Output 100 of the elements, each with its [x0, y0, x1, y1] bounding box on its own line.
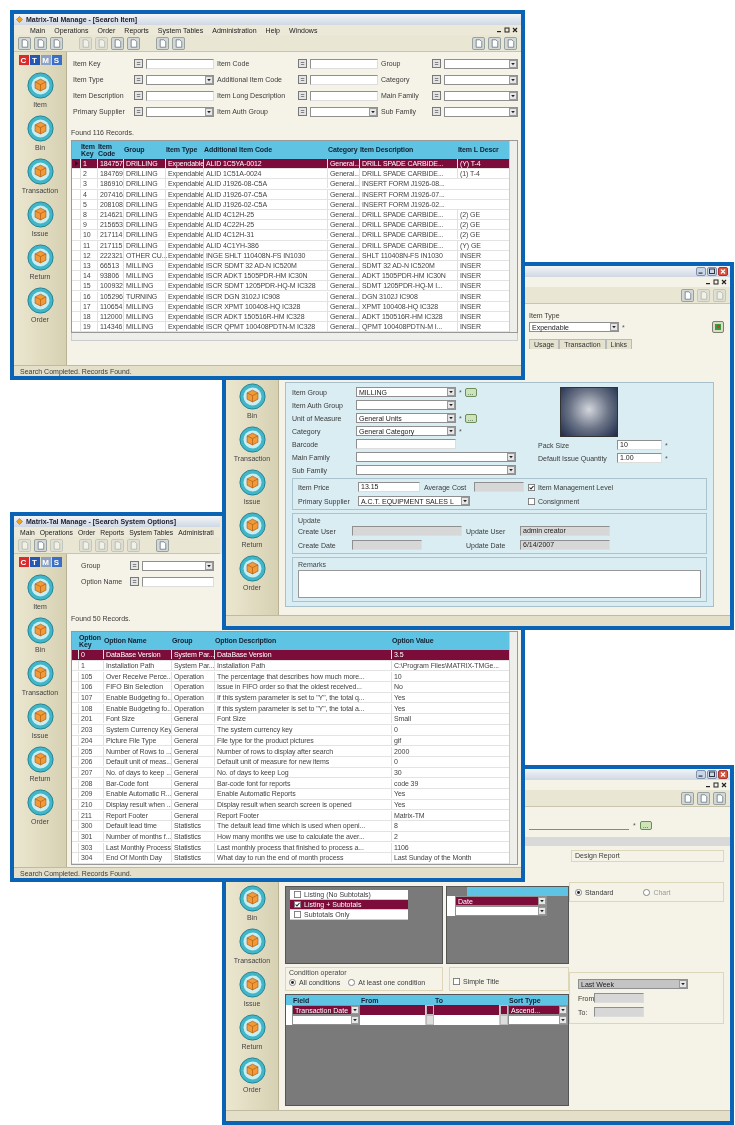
cube-icon[interactable] — [238, 1014, 266, 1041]
cube-icon[interactable] — [26, 115, 54, 142]
document-icon[interactable] — [18, 36, 31, 50]
document-icon[interactable] — [172, 36, 185, 50]
radio-button[interactable] — [643, 888, 651, 896]
close-icon[interactable] — [512, 27, 518, 33]
restore-icon[interactable] — [504, 27, 510, 33]
dropdown-field[interactable] — [356, 400, 456, 410]
dropdown-field[interactable] — [356, 452, 516, 462]
caret-icon — [447, 427, 455, 435]
cube-icon[interactable] — [238, 885, 266, 912]
cube-icon[interactable] — [26, 617, 54, 644]
caret-icon — [507, 466, 515, 474]
checkbox[interactable] — [294, 911, 301, 918]
dropdown-field[interactable] — [508, 1015, 568, 1025]
cube-icon[interactable] — [238, 971, 266, 998]
document-icon[interactable] — [472, 36, 485, 50]
text-field[interactable] — [356, 439, 456, 449]
restore-icon[interactable] — [713, 279, 719, 285]
document-icon[interactable] — [127, 36, 140, 50]
document-icon[interactable] — [34, 538, 47, 552]
text-field[interactable] — [146, 58, 214, 69]
document-icon[interactable] — [681, 791, 694, 805]
cube-icon[interactable] — [238, 426, 266, 453]
cube-icon[interactable] — [26, 574, 54, 601]
dropdown-field[interactable] — [310, 106, 378, 117]
caret-icon — [538, 897, 546, 905]
caret-icon — [205, 75, 213, 84]
text-field[interactable] — [594, 1007, 644, 1017]
table-cell[interactable] — [434, 1005, 500, 1015]
document-icon[interactable] — [156, 36, 169, 50]
checkbox[interactable] — [528, 497, 535, 505]
checkbox[interactable] — [294, 891, 301, 898]
dropdown-field[interactable] — [444, 58, 518, 69]
dropdown-field[interactable] — [444, 74, 518, 85]
cube-icon[interactable] — [26, 201, 54, 228]
table-cell[interactable] — [360, 1005, 426, 1015]
cube-icon[interactable] — [26, 287, 54, 314]
text-field[interactable] — [310, 74, 378, 85]
text-field[interactable] — [594, 993, 644, 1003]
cube-icon[interactable] — [26, 789, 54, 816]
cube-icon[interactable] — [238, 928, 266, 955]
cube-icon[interactable] — [238, 469, 266, 496]
logo-letter: T — [29, 557, 40, 567]
logo-letter: M — [40, 557, 51, 567]
dropdown-field[interactable] — [146, 106, 214, 117]
dropdown-field[interactable] — [356, 465, 516, 475]
scrollbar[interactable] — [509, 632, 517, 864]
scrollbar[interactable] — [509, 141, 517, 333]
cube-icon[interactable] — [26, 244, 54, 271]
close-icon[interactable] — [721, 782, 727, 788]
document-icon[interactable] — [681, 288, 694, 302]
caret-icon — [509, 107, 517, 116]
restore-icon[interactable] — [713, 782, 719, 788]
dropdown-field[interactable] — [142, 560, 214, 571]
dropdown-field[interactable] — [146, 74, 214, 85]
cube-icon[interactable] — [238, 512, 266, 539]
document-icon[interactable] — [156, 538, 169, 552]
maximize-icon[interactable] — [707, 770, 717, 779]
cube-icon[interactable] — [26, 703, 54, 730]
remarks-field[interactable] — [298, 570, 701, 598]
dropdown-field[interactable] — [444, 106, 518, 117]
close-icon[interactable] — [721, 279, 727, 285]
text-field[interactable] — [142, 576, 214, 587]
radio-button[interactable] — [289, 979, 296, 986]
text-field[interactable] — [146, 90, 214, 101]
caret-icon — [351, 1016, 359, 1024]
caret-icon — [610, 323, 618, 331]
text-field[interactable] — [310, 90, 378, 101]
scrollbar[interactable] — [71, 333, 518, 342]
cube-icon[interactable] — [238, 1057, 266, 1084]
logo-letter: M — [40, 55, 51, 65]
document-icon[interactable] — [111, 36, 124, 50]
picture-icon[interactable] — [712, 321, 724, 333]
dropdown-field[interactable] — [444, 90, 518, 101]
caret-icon — [509, 59, 517, 68]
maximize-icon[interactable] — [707, 267, 717, 276]
checkbox[interactable] — [528, 483, 535, 491]
radio-button[interactable] — [348, 979, 356, 986]
cube-icon[interactable] — [26, 746, 54, 773]
cube-icon[interactable] — [26, 660, 54, 687]
text-field[interactable] — [310, 58, 378, 69]
cube-icon[interactable] — [26, 158, 54, 185]
cube-icon[interactable] — [238, 555, 266, 582]
dropdown-field[interactable] — [292, 1015, 360, 1025]
document-icon[interactable] — [50, 36, 63, 50]
logo-letter: C — [18, 55, 29, 65]
caret-icon — [205, 107, 213, 116]
caret-icon — [509, 91, 517, 100]
table-row[interactable] — [286, 1015, 568, 1025]
logo-letter: T — [29, 55, 40, 65]
cube-icon[interactable] — [238, 383, 266, 410]
radio-button[interactable] — [575, 888, 582, 896]
cube-icon[interactable] — [26, 72, 54, 99]
checkbox[interactable] — [294, 901, 301, 908]
checkbox[interactable] — [453, 978, 460, 985]
caret-icon — [679, 980, 687, 988]
logo-letter: S — [51, 557, 62, 567]
caret-icon — [538, 907, 546, 915]
document-icon[interactable] — [34, 36, 47, 50]
